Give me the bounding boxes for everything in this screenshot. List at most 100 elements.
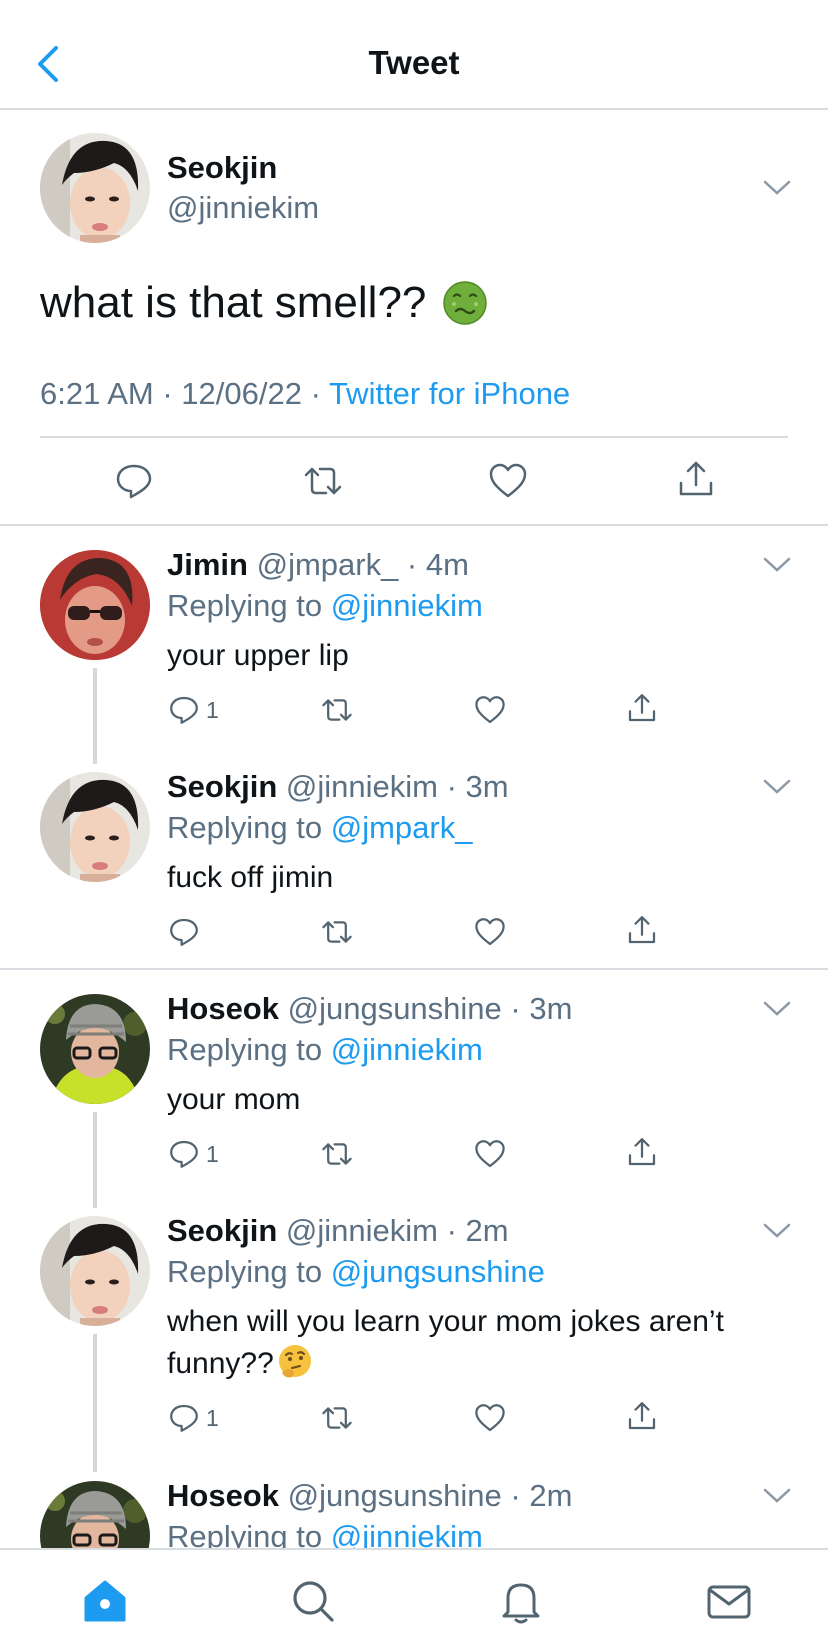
share-icon [679,461,713,496]
reply-button[interactable] [114,461,154,501]
speech-bubble-icon [170,696,198,724]
reply-text: when will you learn your mom jokes aren’… [167,1301,787,1385]
page-title: Tweet [368,44,460,81]
replying-to: Replying to @jinniekim [167,588,483,624]
share-button[interactable] [626,692,658,724]
retweet-icon [304,467,342,495]
reply-header: Hoseok @jungsunshine · 3m [167,991,572,1027]
chevron-down-icon[interactable] [762,178,792,198]
divider [0,968,828,970]
retweet-button[interactable] [318,916,356,948]
author-name[interactable]: Seokjin [167,1213,277,1248]
thinking-face-emoji-icon [278,1345,311,1378]
retweet-icon [322,1143,352,1165]
tweet-timestamp: 6:21 AM · 12/06/22 · [40,376,329,411]
top-navigation-bar: Tweet [0,0,828,110]
replying-to: Replying to @jmpark_ [167,810,472,846]
share-button[interactable] [626,914,658,946]
retweet-icon [322,1407,352,1429]
retweet-icon [322,699,352,721]
search-icon[interactable] [288,1576,338,1626]
reply-button[interactable]: 1 [168,694,219,726]
heart-icon [489,463,527,498]
home-icon[interactable] [80,1576,130,1626]
share-icon [628,694,656,722]
reply-header: Jimin @jmpark_ · 4m [167,547,469,583]
like-button[interactable] [474,1138,506,1170]
chevron-down-icon[interactable] [762,1221,792,1241]
replying-to-link[interactable]: @jinniekim [331,1032,483,1067]
avatar[interactable] [40,994,150,1104]
speech-bubble-icon [170,1140,198,1168]
retweet-button[interactable] [318,1402,356,1434]
chevron-down-icon[interactable] [762,777,792,797]
avatar[interactable] [40,133,150,243]
author-handle[interactable]: @jungsunshine · 2m [288,1478,573,1513]
reply-header: Seokjin @jinniekim · 3m [167,769,509,805]
reply-button[interactable]: 1 [168,1138,219,1170]
reply-header: Hoseok @jungsunshine · 2m [167,1478,572,1514]
share-icon [628,1138,656,1166]
divider [0,524,828,526]
retweet-icon [322,921,352,943]
like-button[interactable] [474,916,506,948]
divider [40,436,788,438]
avatar[interactable] [40,1216,150,1326]
bell-icon[interactable] [496,1576,546,1626]
like-button[interactable] [474,1402,506,1434]
replying-to-link[interactable]: @jinniekim [331,588,483,623]
envelope-icon[interactable] [704,1576,754,1626]
author-name[interactable]: Hoseok [167,1478,279,1513]
chevron-down-icon[interactable] [762,999,792,1019]
like-button[interactable] [488,461,528,501]
heart-icon [475,1404,505,1432]
thread-line [93,1334,97,1472]
speech-bubble-icon [116,464,152,499]
replying-to-label: Replying to [167,1032,331,1067]
reply-button[interactable]: 1 [168,1402,219,1434]
replying-to-link[interactable]: @jungsunshine [331,1254,545,1289]
author-name[interactable]: Seokjin [167,150,277,186]
reply-count: 1 [206,1404,219,1431]
share-icon [628,1402,656,1430]
heart-icon [475,696,505,724]
retweet-button[interactable] [318,694,356,726]
avatar[interactable] [40,772,150,882]
nauseated-face-emoji-icon [443,281,488,325]
replying-to: Replying to @jinniekim [167,1032,483,1068]
share-button[interactable] [626,1400,658,1432]
speech-bubble-icon [170,918,198,946]
chevron-down-icon[interactable] [762,1486,792,1506]
share-icon [628,916,656,944]
avatar[interactable] [40,550,150,660]
author-handle[interactable]: @jungsunshine · 3m [288,991,573,1026]
reply-count: 1 [206,696,219,723]
author-name[interactable]: Jimin [167,547,248,582]
author-name[interactable]: Hoseok [167,991,279,1026]
author-handle[interactable]: @jinniekim [167,190,319,226]
replying-to-label: Replying to [167,810,331,845]
reply-text: fuck off jimin [167,861,334,894]
replying-to: Replying to @jungsunshine [167,1254,545,1290]
author-name[interactable]: Seokjin [167,769,277,804]
author-handle[interactable]: @jmpark_ · 4m [257,547,469,582]
reply-text: your mom [167,1083,301,1116]
replying-to-link[interactable]: @jmpark_ [331,810,473,845]
tweet-meta: 6:21 AM · 12/06/22 · Twitter for iPhone [40,376,570,412]
retweet-button[interactable] [300,461,346,501]
reply-button[interactable] [168,916,206,948]
share-button[interactable] [676,459,716,499]
heart-icon [475,918,505,946]
tweet-source-link[interactable]: Twitter for iPhone [329,376,570,411]
thread-line [93,668,97,764]
retweet-button[interactable] [318,1138,356,1170]
like-button[interactable] [474,694,506,726]
chevron-down-icon[interactable] [762,555,792,575]
bottom-tab-bar [0,1548,828,1649]
author-handle[interactable]: @jinniekim · 3m [286,769,509,804]
heart-icon [475,1140,505,1168]
share-button[interactable] [626,1136,658,1168]
author-handle[interactable]: @jinniekim · 2m [286,1213,509,1248]
thread-line [93,1112,97,1208]
tweet-text-content: what is that smell?? [40,278,427,327]
